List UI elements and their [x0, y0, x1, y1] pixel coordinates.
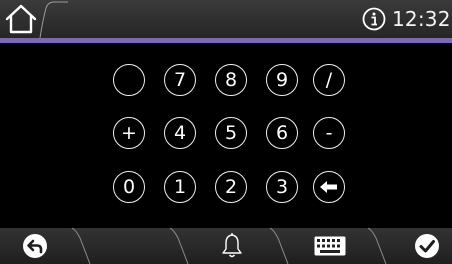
notifications-button[interactable]	[218, 232, 246, 260]
bottom-toolbar	[0, 228, 452, 264]
key-label: 7	[173, 68, 187, 91]
key-6[interactable]: 6	[266, 117, 298, 149]
info-icon	[362, 7, 386, 31]
backspace-icon	[320, 181, 337, 193]
key-label: 9	[275, 68, 289, 91]
key-label: -	[325, 121, 333, 144]
key-2[interactable]: 2	[215, 171, 247, 203]
clock: 12:32	[392, 7, 451, 31]
key-label: 8	[224, 68, 238, 91]
key-label: 3	[275, 175, 289, 198]
key-9[interactable]: 9	[266, 64, 298, 96]
key-backspace[interactable]	[313, 171, 345, 203]
key-minus[interactable]: -	[313, 117, 345, 149]
key-0[interactable]: 0	[113, 171, 145, 203]
key-blank[interactable]	[113, 64, 145, 96]
key-1[interactable]: 1	[164, 171, 196, 203]
back-button[interactable]	[20, 232, 50, 260]
key-label: 6	[275, 121, 289, 144]
key-label: 0	[122, 175, 136, 198]
keyboard-button[interactable]	[312, 232, 348, 260]
key-plus[interactable]: +	[113, 117, 145, 149]
bell-icon	[222, 233, 242, 258]
key-label: /	[325, 68, 333, 91]
keyboard-icon	[314, 236, 346, 256]
key-label: 4	[173, 121, 187, 144]
key-label: 2	[224, 175, 238, 198]
checkmark-icon	[415, 234, 439, 258]
key-3[interactable]: 3	[266, 171, 298, 203]
confirm-button[interactable]	[412, 232, 442, 260]
key-label: 1	[173, 175, 187, 198]
tab-divider	[39, 1, 68, 38]
info-button[interactable]	[362, 7, 386, 31]
key-4[interactable]: 4	[164, 117, 196, 149]
key-label: +	[121, 121, 137, 144]
tab-separator	[269, 228, 289, 264]
tab-separator	[169, 228, 189, 264]
status-bar: 12:32	[0, 0, 452, 38]
key-8[interactable]: 8	[215, 64, 247, 96]
tab-separator	[71, 228, 91, 264]
keypad: 7 8 9 / +4 5 6 - 0 1 2 3	[0, 43, 452, 228]
tab-separator	[367, 228, 387, 264]
back-arrow-icon	[23, 234, 47, 258]
key-5[interactable]: 5	[215, 117, 247, 149]
key-label: 5	[224, 121, 238, 144]
key-divide[interactable]: /	[313, 64, 345, 96]
key-7[interactable]: 7	[164, 64, 196, 96]
